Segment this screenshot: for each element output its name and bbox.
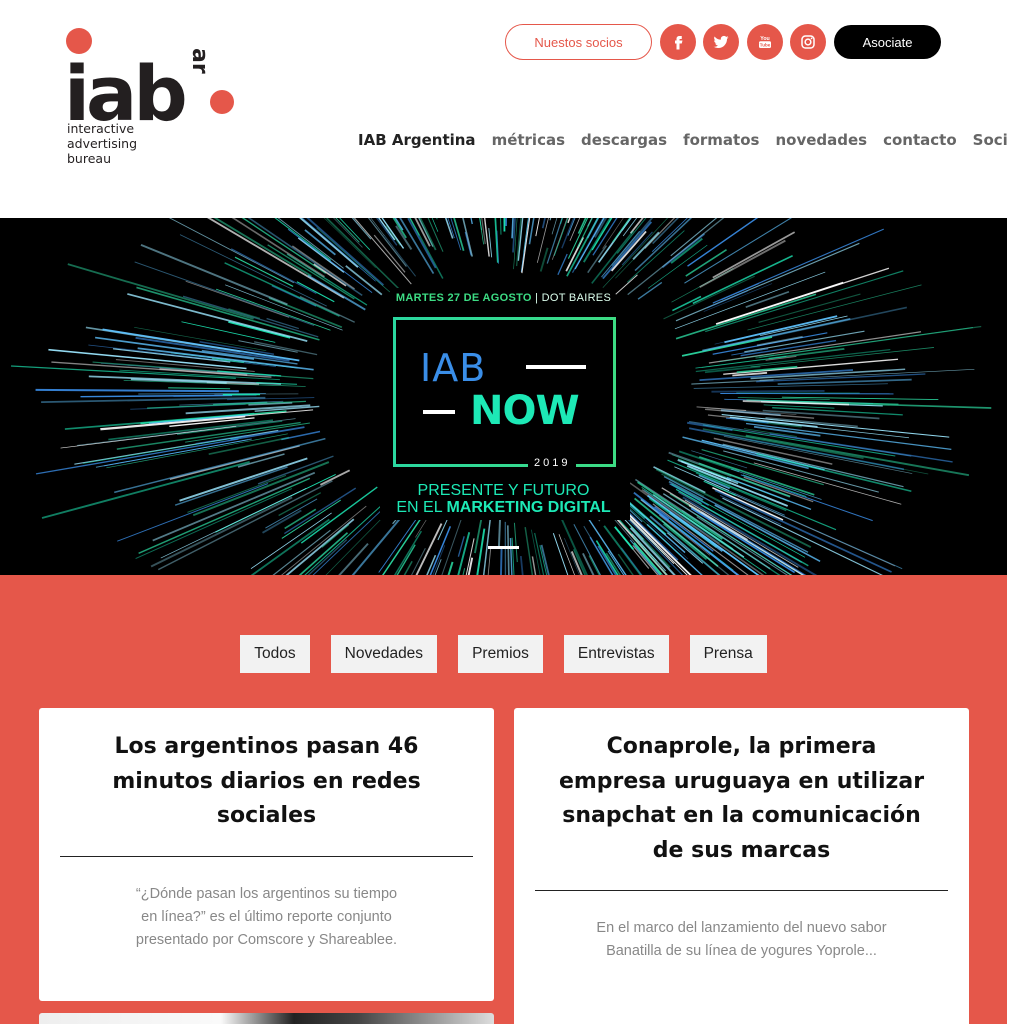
light-streak (266, 317, 300, 330)
event-subtitle-line: EN EL MARKETING DIGITAL (0, 499, 1007, 516)
light-streak (228, 320, 291, 339)
light-streak (693, 383, 888, 389)
title-dash (423, 410, 455, 414)
light-streak (148, 414, 249, 424)
slider-indicator[interactable] (488, 546, 519, 549)
news-card[interactable]: Los argentinos pasan 46 minutos diarios … (39, 708, 494, 1001)
light-streak (589, 536, 614, 575)
light-streak (238, 340, 298, 353)
filter-entrevistas[interactable]: Entrevistas (563, 635, 669, 673)
news-card[interactable]: Conaprole, la primera empresa uruguaya e… (514, 708, 969, 1024)
title-dash (526, 365, 586, 369)
light-streak (395, 225, 413, 251)
light-streak (759, 315, 848, 337)
filter-premios[interactable]: Premios (458, 635, 543, 673)
light-streak (403, 560, 413, 575)
facebook-icon[interactable] (660, 24, 696, 60)
nav-item-iab-argentina[interactable]: IAB Argentina (358, 131, 476, 149)
event-date-text: MARTES 27 DE AGOSTO (395, 292, 532, 304)
event-venue: DOT BAIRES (541, 292, 612, 304)
light-streak (617, 553, 634, 575)
light-streak (213, 218, 312, 277)
partners-button[interactable]: Nuestos socios (505, 24, 652, 60)
main-nav: IAB Argentina métricas descargas formato… (358, 131, 1024, 149)
light-streak (561, 218, 575, 249)
light-streak (476, 528, 486, 575)
iab-logo[interactable]: iab ar interactive advertising bureau (64, 26, 244, 176)
nav-item-formatos[interactable]: formatos (683, 131, 759, 149)
light-streak (88, 375, 282, 385)
event-subtitle-line: PRESENTE Y FUTURO (417, 482, 590, 499)
nav-item-metricas[interactable]: métricas (492, 131, 565, 149)
site-header: iab ar interactive advertising bureau Nu… (0, 0, 1024, 218)
join-button[interactable]: Asociate (834, 25, 941, 59)
nav-item-contacto[interactable]: contacto (883, 131, 957, 149)
nav-item-descargas[interactable]: descargas (581, 131, 667, 149)
news-card-image[interactable] (39, 1013, 494, 1024)
light-streak (307, 539, 348, 575)
light-streak (500, 218, 502, 235)
news-card-excerpt: “¿Dónde pasan los argentinos su tiempo e… (135, 885, 398, 948)
scrollbar[interactable] (1007, 0, 1024, 1024)
filter-novedades[interactable]: Novedades (330, 635, 438, 673)
light-streak (168, 387, 231, 390)
logo-tagline-line: advertising (67, 136, 138, 151)
youtube-icon[interactable]: You Tube (747, 24, 783, 60)
svg-text:You: You (760, 36, 770, 42)
hero-banner[interactable]: MARTES 27 DE AGOSTO | DOT BAIRES IAB NOW… (0, 218, 1007, 575)
light-streak (82, 436, 242, 464)
light-streak (505, 218, 507, 227)
light-streak (494, 218, 499, 263)
event-title-now: NOW (470, 388, 580, 434)
filter-todos[interactable]: Todos (240, 635, 310, 673)
light-streak (513, 522, 518, 563)
light-streak (497, 518, 502, 547)
event-subtitle: PRESENTE Y FUTURO EN EL MARKETING DIGITA… (0, 482, 1007, 516)
light-streak (647, 244, 708, 289)
light-streak (35, 388, 239, 393)
light-streak (181, 321, 276, 343)
filter-prensa[interactable]: Prensa (689, 635, 767, 673)
svg-text:Tube: Tube (760, 43, 771, 48)
light-streak (373, 234, 406, 273)
news-card-excerpt: En el marco del lanzamiento del nuevo sa… (596, 920, 887, 959)
light-streak (539, 247, 549, 272)
light-streak (112, 348, 231, 363)
logo-tagline-line: interactive (67, 121, 135, 136)
light-streak (464, 231, 472, 256)
light-streak (772, 407, 903, 416)
news-card-title[interactable]: Conaprole, la primera empresa uruguaya e… (514, 708, 969, 868)
light-streak (627, 218, 725, 296)
light-streak (551, 218, 558, 235)
event-subtitle-prefix: EN EL (396, 499, 447, 516)
event-subtitle-bold: MARKETING DIGITAL (446, 499, 611, 516)
light-streak (378, 218, 396, 241)
category-filters: Todos Novedades Premios Entrevistas Pren… (0, 635, 1007, 673)
light-streak (745, 434, 970, 477)
light-streak (457, 532, 471, 575)
light-streak (500, 548, 503, 575)
logo-tagline-line: bureau (67, 151, 111, 166)
logo-tagline: interactive advertising bureau (67, 121, 137, 166)
news-card-title[interactable]: Los argentinos pasan 46 minutos diarios … (39, 708, 494, 834)
light-streak (558, 534, 575, 575)
light-streak (506, 525, 510, 575)
light-streak (711, 389, 825, 393)
light-streak (557, 253, 568, 276)
logo-dot-secondary (210, 90, 234, 114)
light-streak (432, 545, 446, 575)
nav-item-novedades[interactable]: novedades (775, 131, 867, 149)
twitter-icon[interactable] (703, 24, 739, 60)
news-section: Todos Novedades Premios Entrevistas Pren… (0, 575, 1007, 1024)
event-date: MARTES 27 DE AGOSTO | DOT BAIRES (0, 292, 1007, 304)
light-streak (335, 218, 360, 243)
light-streak (712, 231, 796, 279)
logo-suffix: ar (187, 48, 212, 74)
instagram-icon[interactable] (790, 24, 826, 60)
event-title-iab: IAB (420, 346, 487, 390)
event-year: 2019 (528, 457, 577, 469)
